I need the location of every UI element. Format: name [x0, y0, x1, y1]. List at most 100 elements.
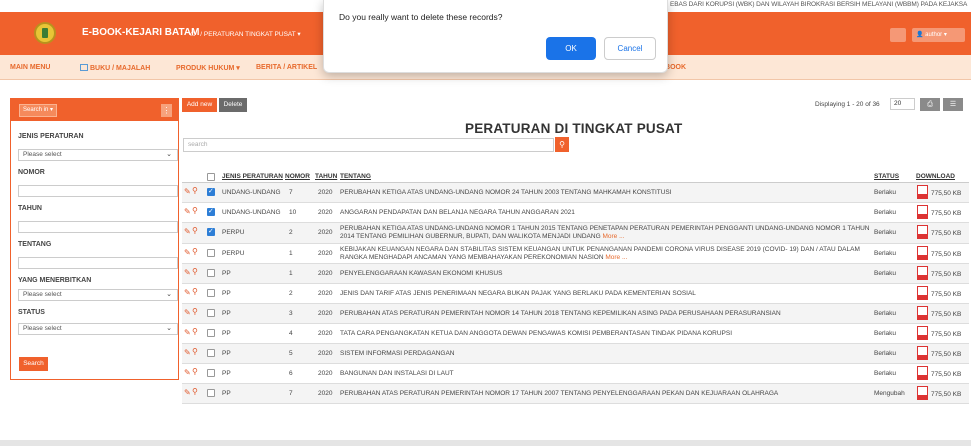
edit-pencil-icon[interactable]: ✎ — [184, 348, 191, 357]
menu-main-menu[interactable]: MAIN MENU — [10, 64, 50, 71]
select-all-checkbox[interactable] — [207, 173, 215, 181]
cell-tentang: BANGUNAN DAN INSTALASI DI LAUT — [340, 370, 870, 377]
cell-jenis: PERPU — [222, 250, 245, 257]
row-checkbox[interactable] — [207, 207, 215, 216]
col-tahun[interactable]: TAHUN — [315, 173, 337, 180]
pdf-file-icon[interactable] — [917, 246, 928, 260]
view-search-icon[interactable]: ⚲ — [192, 347, 198, 356]
search-submit-button[interactable]: Search — [19, 357, 48, 371]
pdf-file-icon[interactable] — [917, 366, 928, 380]
cell-file-size[interactable]: 775,50 KB — [931, 391, 961, 398]
menu-produk-hukum[interactable]: PRODUK HUKUM ▾ — [176, 64, 240, 72]
cell-file-size[interactable]: 775,50 KB — [931, 210, 961, 217]
row-checkbox[interactable] — [207, 389, 215, 397]
edit-pencil-icon[interactable]: ✎ — [184, 187, 191, 196]
cell-jenis: PP — [222, 350, 231, 357]
row-checkbox[interactable] — [207, 269, 215, 277]
breadcrumb[interactable]: ⌂ / PERATURAN TINGKAT PUSAT ▾ — [190, 28, 301, 38]
pdf-file-icon[interactable] — [917, 185, 928, 199]
pdf-file-icon[interactable] — [917, 326, 928, 340]
row-checkbox[interactable] — [207, 369, 215, 377]
edit-pencil-icon[interactable]: ✎ — [184, 388, 191, 397]
col-download[interactable]: DOWNLOAD — [916, 173, 955, 180]
edit-pencil-icon[interactable]: ✎ — [184, 328, 191, 337]
pdf-file-icon[interactable] — [917, 225, 928, 239]
cell-file-size[interactable]: 775,50 KB — [931, 251, 961, 258]
yang-menerbitkan-select[interactable]: Please select ⌄ — [18, 289, 178, 301]
user-menu-button[interactable]: 👤 author ▾ — [912, 28, 965, 42]
menu-buku-majalah[interactable]: BUKU / MAJALAH — [80, 64, 150, 72]
col-status[interactable]: STATUS — [874, 173, 899, 180]
pdf-file-icon[interactable] — [917, 346, 928, 360]
view-search-icon[interactable]: ⚲ — [192, 267, 198, 276]
pdf-file-icon[interactable] — [917, 266, 928, 280]
row-checkbox[interactable] — [207, 289, 215, 297]
row-checkbox[interactable] — [207, 329, 215, 337]
view-search-icon[interactable]: ⚲ — [192, 387, 198, 396]
edit-pencil-icon[interactable]: ✎ — [184, 207, 191, 216]
table-search-input[interactable]: search — [183, 138, 554, 152]
row-checkbox[interactable] — [207, 309, 215, 317]
tentang-input[interactable] — [18, 257, 178, 269]
tahun-input[interactable] — [18, 221, 178, 233]
edit-pencil-icon[interactable]: ✎ — [184, 308, 191, 317]
search-icon[interactable]: ⚲ — [555, 137, 569, 152]
print-icon[interactable]: ⎙ — [920, 98, 940, 111]
pdf-file-icon[interactable] — [917, 306, 928, 320]
view-search-icon[interactable]: ⚲ — [192, 307, 198, 316]
cell-nomor: 2 — [289, 290, 293, 297]
col-tentang[interactable]: TENTANG — [340, 173, 371, 180]
edit-pencil-icon[interactable]: ✎ — [184, 227, 191, 236]
col-nomor[interactable]: NOMOR — [285, 173, 310, 180]
cell-file-size[interactable]: 775,50 KB — [931, 351, 961, 358]
cell-nomor: 7 — [289, 189, 293, 196]
panel-options-icon[interactable]: ⋮ — [161, 104, 172, 117]
edit-pencil-icon[interactable]: ✎ — [184, 288, 191, 297]
columns-menu-icon[interactable]: ☰ — [943, 98, 963, 111]
search-in-dropdown[interactable]: Search in ▾ — [19, 104, 57, 117]
cell-file-size[interactable]: 775,50 KB — [931, 371, 961, 378]
row-checkbox[interactable] — [207, 227, 215, 236]
delete-button[interactable]: Delete — [219, 98, 247, 112]
row-checkbox[interactable] — [207, 249, 215, 257]
cell-file-size[interactable]: 775,50 KB — [931, 311, 961, 318]
menu-berita-artikel[interactable]: BERITA / ARTIKEL — [256, 64, 317, 71]
row-checkbox[interactable] — [207, 349, 215, 357]
pdf-file-icon[interactable] — [917, 386, 928, 400]
cell-file-size[interactable]: 775,50 KB — [931, 331, 961, 338]
add-new-button[interactable]: Add new — [182, 98, 217, 112]
cell-file-size[interactable]: 775,50 KB — [931, 271, 961, 278]
per-page-select[interactable]: 20 — [890, 98, 915, 110]
edit-pencil-icon[interactable]: ✎ — [184, 368, 191, 377]
view-search-icon[interactable]: ⚲ — [192, 226, 198, 235]
col-jenis-peraturan[interactable]: JENIS PERATURAN — [222, 173, 283, 180]
cell-jenis: UNDANG-UNDANG — [222, 189, 281, 196]
settings-gear-icon[interactable]: ⚙ — [890, 28, 906, 42]
cell-file-size[interactable]: 775,50 KB — [931, 190, 961, 197]
app-title[interactable]: E-BOOK-KEJARI BATAM — [82, 27, 199, 38]
row-checkbox[interactable] — [207, 187, 215, 196]
cell-file-size[interactable]: 775,50 KB — [931, 291, 961, 298]
view-search-icon[interactable]: ⚲ — [192, 206, 198, 215]
cell-status: Berlaku — [874, 310, 897, 317]
cell-file-size[interactable]: 775,50 KB — [931, 230, 961, 237]
nomor-input[interactable] — [18, 185, 178, 197]
view-search-icon[interactable]: ⚲ — [192, 327, 198, 336]
pdf-file-icon[interactable] — [917, 286, 928, 300]
pdf-file-icon[interactable] — [917, 205, 928, 219]
more-link[interactable]: More ... — [605, 254, 627, 261]
view-search-icon[interactable]: ⚲ — [192, 186, 198, 195]
edit-pencil-icon[interactable]: ✎ — [184, 248, 191, 257]
breadcrumb-current[interactable]: PERATURAN TINGKAT PUSAT ▾ — [204, 31, 301, 38]
jenis-peraturan-select[interactable]: Please select ⌄ — [18, 149, 178, 161]
view-search-icon[interactable]: ⚲ — [192, 367, 198, 376]
more-link[interactable]: More ... — [602, 233, 624, 240]
dialog-cancel-button[interactable]: Cancel — [604, 37, 656, 60]
view-search-icon[interactable]: ⚲ — [192, 287, 198, 296]
edit-pencil-icon[interactable]: ✎ — [184, 268, 191, 277]
view-search-icon[interactable]: ⚲ — [192, 247, 198, 256]
status-select[interactable]: Please select ⌄ — [18, 323, 178, 335]
home-icon[interactable]: ⌂ — [190, 28, 195, 38]
cell-nomor: 7 — [289, 390, 293, 397]
dialog-ok-button[interactable]: OK — [546, 37, 596, 60]
